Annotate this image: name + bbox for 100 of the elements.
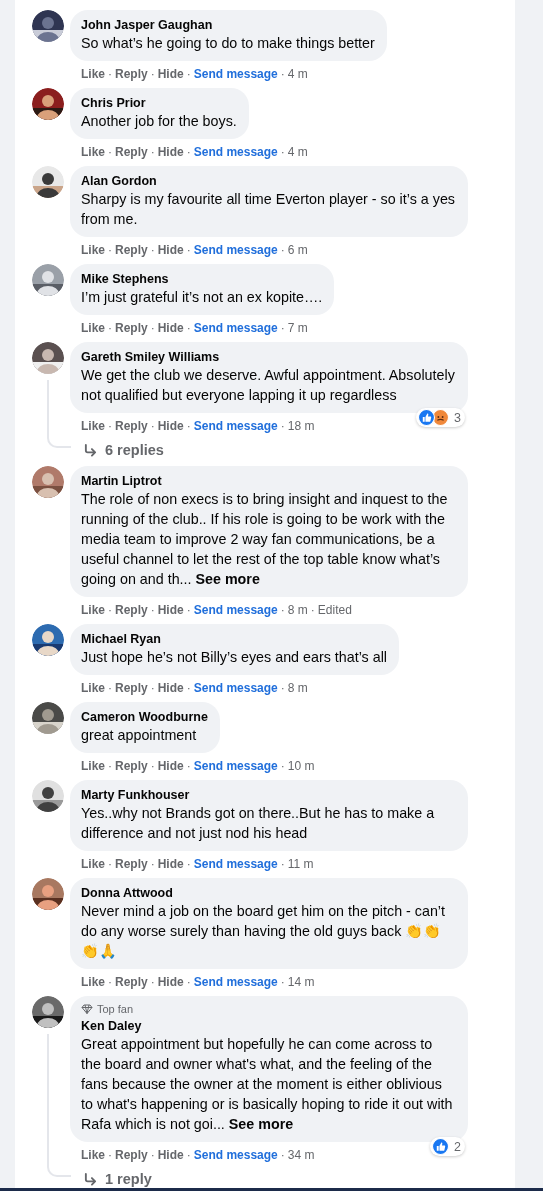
view-replies-link[interactable]: 6 replies — [70, 434, 164, 460]
hide-link[interactable]: Hide — [157, 320, 184, 336]
send-message-link[interactable]: Send message — [193, 320, 278, 336]
hide-link[interactable]: Hide — [157, 974, 184, 990]
hide-link[interactable]: Hide — [157, 418, 184, 434]
view-replies-link[interactable]: 1 reply — [70, 1163, 152, 1189]
like-link[interactable]: Like — [81, 418, 105, 434]
separator-dot: · — [150, 974, 155, 990]
hide-link[interactable]: Hide — [157, 856, 184, 872]
author-name[interactable]: Marty Funkhouser — [81, 787, 456, 803]
separator-dot: · — [150, 1147, 155, 1163]
comment-text: The role of non execs is to bring insight and inquest to the running of the club.. If his role is going to be work with the media team to improve 2 way fan communications, be a useful channel to let the rest of the top table know what’s going on and th... See more — [81, 490, 449, 589]
hide-link[interactable]: Hide — [157, 144, 184, 160]
separator-dot: · — [280, 758, 285, 774]
separator-dot: · — [280, 680, 285, 696]
hide-link[interactable]: Hide — [157, 1147, 184, 1163]
timestamp-link[interactable]: 18 m — [287, 418, 315, 434]
like-link[interactable]: Like — [81, 856, 105, 872]
comment-text: We get the club we deserve. Awful appointment. Absolutely not qualified but everyone lapping it up regardless — [81, 366, 456, 405]
reply-link[interactable]: Reply — [115, 144, 148, 160]
separator-dot: · — [108, 974, 112, 990]
see-more-link[interactable]: See more — [195, 571, 260, 587]
timestamp-link[interactable]: 4 m — [287, 144, 308, 160]
send-message-link[interactable]: Send message — [193, 974, 278, 990]
separator-dot: · — [108, 1147, 112, 1163]
reply-link[interactable]: Reply — [115, 66, 148, 82]
separator-dot: · — [280, 66, 285, 82]
like-link[interactable]: Like — [81, 602, 105, 618]
separator-dot: · — [150, 418, 155, 434]
send-message-link[interactable]: Send message — [193, 856, 278, 872]
send-message-link[interactable]: Send message — [193, 66, 278, 82]
separator-dot: · — [108, 418, 112, 434]
author-name[interactable]: Gareth Smiley Williams — [81, 349, 456, 365]
separator-dot: · — [186, 758, 191, 774]
separator-dot: · — [108, 856, 112, 872]
separator-dot: · — [186, 144, 191, 160]
comment-text: Yes..why not Brands got on there..But he has to make a difference and not just nod his head — [81, 804, 436, 843]
author-name[interactable]: Michael Ryan — [81, 631, 387, 647]
separator-dot: · — [150, 680, 155, 696]
separator-dot: · — [280, 144, 285, 160]
timestamp-link[interactable]: 34 m — [287, 1147, 315, 1163]
author-name[interactable]: Ken Daley — [81, 1018, 456, 1034]
reaction-summary[interactable]: 3 — [416, 408, 465, 427]
comment-text: great appointment — [81, 726, 198, 745]
reply-link[interactable]: Reply — [115, 602, 148, 618]
author-name[interactable]: Donna Attwood — [81, 885, 456, 901]
author-name[interactable]: Martin Liptrot — [81, 473, 456, 489]
timestamp-link[interactable]: 11 m — [287, 856, 314, 872]
author-name[interactable]: Cameron Woodburne — [81, 709, 208, 725]
hide-link[interactable]: Hide — [157, 242, 184, 258]
timestamp-link[interactable]: 10 m — [287, 758, 315, 774]
reaction-summary[interactable]: 2 — [430, 1137, 465, 1156]
timestamp-link[interactable]: 4 m — [287, 66, 308, 82]
hide-link[interactable]: Hide — [157, 680, 184, 696]
like-link[interactable]: Like — [81, 680, 105, 696]
timestamp-link[interactable]: 8 m — [287, 680, 308, 696]
reply-arrow-icon — [83, 1172, 98, 1186]
separator-dot: · — [186, 320, 191, 336]
separator-dot: · — [186, 680, 191, 696]
send-message-link[interactable]: Send message — [193, 242, 278, 258]
send-message-link[interactable]: Send message — [193, 680, 278, 696]
hide-link[interactable]: Hide — [157, 66, 184, 82]
separator-dot: · — [186, 974, 191, 990]
like-link[interactable]: Like — [81, 144, 105, 160]
separator-dot: · — [108, 242, 112, 258]
reply-link[interactable]: Reply — [115, 418, 148, 434]
like-link[interactable]: Like — [81, 66, 105, 82]
timestamp-link[interactable]: 7 m — [287, 320, 308, 336]
like-link[interactable]: Like — [81, 974, 105, 990]
like-link[interactable]: Like — [81, 758, 105, 774]
reply-link[interactable]: Reply — [115, 1147, 148, 1163]
hide-link[interactable]: Hide — [157, 602, 184, 618]
send-message-link[interactable]: Send message — [193, 602, 278, 618]
timestamp-link[interactable]: 8 m — [287, 602, 308, 618]
send-message-link[interactable]: Send message — [193, 144, 278, 160]
author-name[interactable]: Mike Stephens — [81, 271, 323, 287]
comment-text: Just hope he’s not Billy’s eyes and ears that’s all — [81, 648, 387, 667]
like-link[interactable]: Like — [81, 1147, 105, 1163]
reply-link[interactable]: Reply — [115, 856, 148, 872]
reply-link[interactable]: Reply — [115, 320, 148, 336]
separator-dot: · — [280, 856, 285, 872]
send-message-link[interactable]: Send message — [193, 758, 278, 774]
send-message-link[interactable]: Send message — [193, 418, 278, 434]
reply-link[interactable]: Reply — [115, 974, 148, 990]
timestamp-link[interactable]: 6 m — [287, 242, 308, 258]
reply-link[interactable]: Reply — [115, 680, 148, 696]
separator-dot: · — [150, 602, 155, 618]
hide-link[interactable]: Hide — [157, 758, 184, 774]
see-more-link[interactable]: See more — [228, 1116, 294, 1132]
like-link[interactable]: Like — [81, 320, 105, 336]
reply-link[interactable]: Reply — [115, 758, 148, 774]
like-link[interactable]: Like — [81, 242, 105, 258]
author-name[interactable]: Chris Prior — [81, 95, 237, 111]
send-message-link[interactable]: Send message — [193, 1147, 278, 1163]
reply-link[interactable]: Reply — [115, 242, 148, 258]
comment-text: I’m just grateful it’s not an ex kopite…. — [81, 288, 323, 307]
author-name[interactable]: John Jasper Gaughan — [81, 17, 375, 33]
timestamp-link[interactable]: 14 m — [287, 974, 315, 990]
separator-dot: · — [108, 144, 112, 160]
author-name[interactable]: Alan Gordon — [81, 173, 456, 189]
